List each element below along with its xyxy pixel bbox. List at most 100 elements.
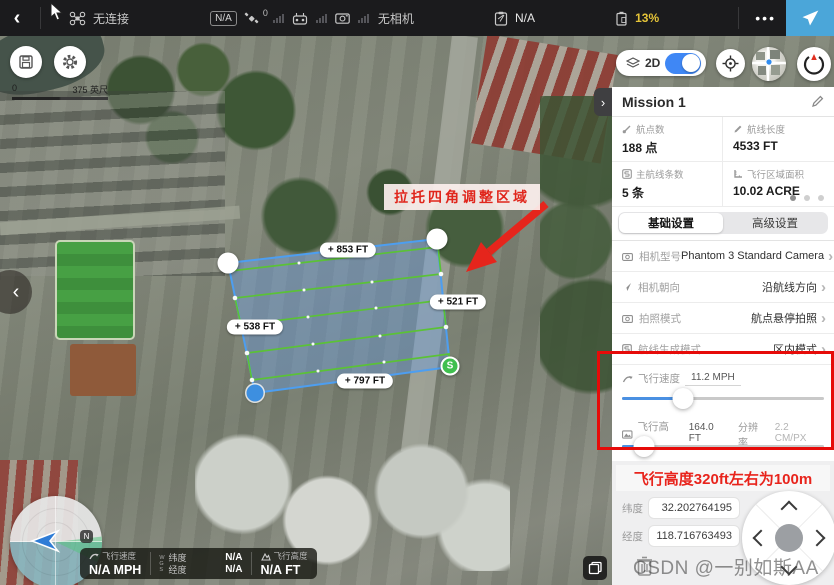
setting-value: 航点悬停拍照 — [751, 310, 817, 326]
setting-photo-mode[interactable]: 拍照模式 航点悬停拍照 › — [612, 303, 834, 334]
setting-value: 区内模式 — [773, 341, 817, 357]
map-imagery-trees-center — [240, 156, 540, 276]
compass-icon — [803, 53, 825, 75]
telemetry-speed-value: N/A MPH — [89, 563, 141, 577]
map-layer-thumbnail-button[interactable] — [752, 47, 786, 81]
altitude-slider-track[interactable] — [622, 445, 824, 448]
checklist-value: N/A — [515, 11, 535, 25]
2d-switch[interactable] — [665, 53, 701, 74]
stat-label: 航点数 — [636, 122, 665, 136]
stat-label: 飞行区域面积 — [747, 167, 804, 181]
setting-value: Phantom 3 Standard Camera — [681, 250, 824, 262]
tab-basic-settings[interactable]: 基础设置 — [619, 213, 723, 233]
telemetry-lon-label: 经度 — [169, 564, 187, 576]
scale-end: 375 英尺 — [72, 83, 108, 96]
stat-label: 航线长度 — [747, 122, 785, 136]
airplane-icon — [799, 8, 821, 28]
setting-camera-heading[interactable]: 相机朝向 沿航线方向 › — [612, 272, 834, 303]
chevron-right-icon: › — [821, 341, 826, 358]
telemetry-lat-value: N/A — [225, 552, 242, 564]
nudge-left-button[interactable] — [753, 530, 770, 547]
flight-mode-badge: N/A — [210, 11, 237, 26]
ruler-corner-icon — [733, 169, 743, 179]
nudge-up-button[interactable] — [781, 501, 798, 518]
panel-collapse-button[interactable]: › — [594, 88, 612, 116]
map-attribution-icon[interactable] — [583, 556, 607, 580]
edge-length-left: + 538 FT — [227, 320, 283, 335]
locate-me-button[interactable] — [716, 49, 745, 78]
chevron-right-icon: › — [821, 279, 826, 296]
edge-length-right: + 521 FT — [430, 295, 486, 310]
camera-icon — [335, 12, 350, 24]
compass-north-badge: N — [80, 530, 93, 543]
tab-advanced-settings[interactable]: 高级设置 — [723, 213, 827, 233]
save-mission-button[interactable] — [10, 46, 42, 78]
polygon-corner-handle-topleft[interactable] — [218, 253, 239, 274]
top-status-bar: ‹ 无连接 N/A 0 无相机 N/A 13% ••• — [0, 0, 834, 36]
s-route-icon — [622, 344, 632, 354]
scale-start: 0 — [12, 83, 17, 96]
switch-knob — [682, 54, 700, 72]
telemetry-alt-value: N/A FT — [261, 563, 308, 577]
stat-label: 主航线条数 — [636, 167, 684, 181]
mission-settings-button[interactable] — [54, 46, 86, 78]
camera-signal-bars — [358, 14, 369, 23]
more-menu-button[interactable]: ••• — [755, 10, 776, 26]
save-icon — [18, 54, 34, 70]
stat-route-length: 航线长度 4533 FT — [723, 117, 834, 162]
waypoint-icon — [622, 124, 632, 134]
gps-count: 0 — [263, 8, 268, 18]
speed-slider-track[interactable] — [622, 397, 824, 400]
gear-icon — [61, 53, 79, 71]
mission-stats: 航点数 188 点 航线长度 4533 FT 主航线条数 5 条 飞行区域面积 … — [612, 117, 834, 207]
edge-length-bottom: + 797 FT — [337, 374, 393, 389]
aircraft-arrow-icon — [28, 526, 62, 556]
setting-camera-model[interactable]: 相机型号 Phantom 3 Standard Camera › — [612, 241, 834, 272]
resolution-value: 2.2 CM/PX — [772, 422, 824, 447]
setting-route-generation-mode[interactable]: 航线生成模式 区内模式 › — [612, 334, 834, 365]
map-mode-label: 2D — [645, 56, 660, 70]
watermark: CSDN @一别如斯AA — [633, 553, 819, 580]
speed-value: 11.2 MPH — [685, 372, 741, 386]
speed-slider-row: 飞行速度 11.2 MPH — [612, 365, 834, 413]
camera-status: 无相机 — [378, 10, 414, 27]
map-2d-toggle[interactable]: 2D — [616, 50, 706, 76]
edge-length-top: + 853 FT — [320, 243, 376, 258]
altitude-slider-thumb[interactable] — [634, 436, 655, 457]
polygon-corner-handle-topright[interactable] — [427, 229, 448, 250]
nudge-right-button[interactable] — [809, 530, 826, 547]
camera-icon — [622, 252, 633, 261]
altitude-value: 164.0 FT — [683, 422, 733, 447]
dpad-center-button[interactable] — [775, 524, 803, 552]
stats-page-dots[interactable] — [790, 195, 824, 201]
polygon-corner-handle-bottomleft[interactable] — [247, 385, 264, 402]
flight-sliders: 飞行速度 11.2 MPH 飞行高度 164.0 FT 分辨率 2.2 CM/P… — [612, 365, 834, 461]
longitude-field[interactable]: 118.716763493 — [648, 525, 740, 547]
stat-main-lines: 主航线条数 5 条 — [612, 162, 723, 207]
chevron-right-icon: › — [821, 310, 826, 327]
back-button[interactable]: ‹ — [0, 7, 34, 30]
start-flight-button[interactable] — [786, 0, 834, 36]
map-imagery-sports-field — [55, 240, 135, 340]
telemetry-alt-label: 飞行高度 — [274, 550, 308, 562]
battery-percent: 13% — [635, 11, 659, 25]
latitude-field[interactable]: 32.202764195 — [648, 497, 740, 519]
edit-pencil-icon[interactable] — [811, 95, 824, 108]
setting-label: 航线生成模式 — [638, 342, 773, 357]
speed-slider-thumb[interactable] — [672, 388, 693, 409]
telemetry-lat-label: 纬度 — [169, 552, 187, 564]
longitude-label: 经度 — [622, 529, 648, 544]
pencil-icon — [733, 124, 743, 134]
setting-label: 相机型号 — [639, 249, 681, 264]
speed-icon — [89, 552, 99, 561]
telemetry-speed-label: 飞行速度 — [102, 550, 136, 562]
locate-icon — [722, 55, 739, 72]
s-route-icon — [622, 169, 632, 179]
start-point-marker[interactable]: S — [441, 357, 460, 376]
telemetry-bar: 飞行速度 N/A MPH W G S 纬度N/A 经度N/A 飞行高度 N/A … — [80, 548, 317, 579]
annotation-label: 拉托四角调整区域 — [384, 184, 540, 210]
mission-header: Mission 1 — [612, 87, 834, 117]
setting-label: 相机朝向 — [638, 280, 762, 295]
compass-reset-button[interactable] — [797, 47, 831, 81]
telemetry-speed: 飞行速度 N/A MPH — [80, 548, 150, 579]
